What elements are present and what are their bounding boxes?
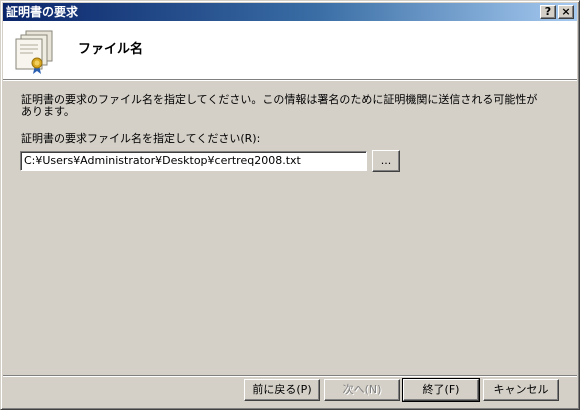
cancel-button[interactable]: キャンセル [483, 379, 559, 401]
footer-separator [3, 375, 577, 377]
file-path-input[interactable]: C:¥Users¥Administrator¥Desktop¥certreq20… [20, 151, 367, 171]
certificate-request-dialog: 証明書の要求 ? × ファイル名 証明書の要求のファイル名を指定してください。こ… [0, 0, 580, 410]
window-title: 証明書の要求 [6, 5, 79, 19]
help-button[interactable]: ? [540, 5, 556, 19]
back-button[interactable]: 前に戻る(P) [244, 379, 320, 401]
close-button[interactable]: × [558, 5, 574, 19]
browse-button[interactable]: ... [372, 150, 400, 172]
description-text: 証明書の要求のファイル名を指定してください。この情報は署名のために証明機関に送信… [21, 93, 538, 118]
certificate-stack-icon [15, 30, 53, 74]
next-button[interactable]: 次へ(N) [324, 379, 400, 401]
title-bar[interactable]: 証明書の要求 ? × [3, 3, 577, 21]
file-name-label: 証明書の要求ファイル名を指定してください(R): [21, 132, 261, 145]
page-title: ファイル名 [78, 42, 144, 57]
wizard-header: ファイル名 [3, 21, 577, 81]
finish-button[interactable]: 終了(F) [402, 378, 480, 402]
